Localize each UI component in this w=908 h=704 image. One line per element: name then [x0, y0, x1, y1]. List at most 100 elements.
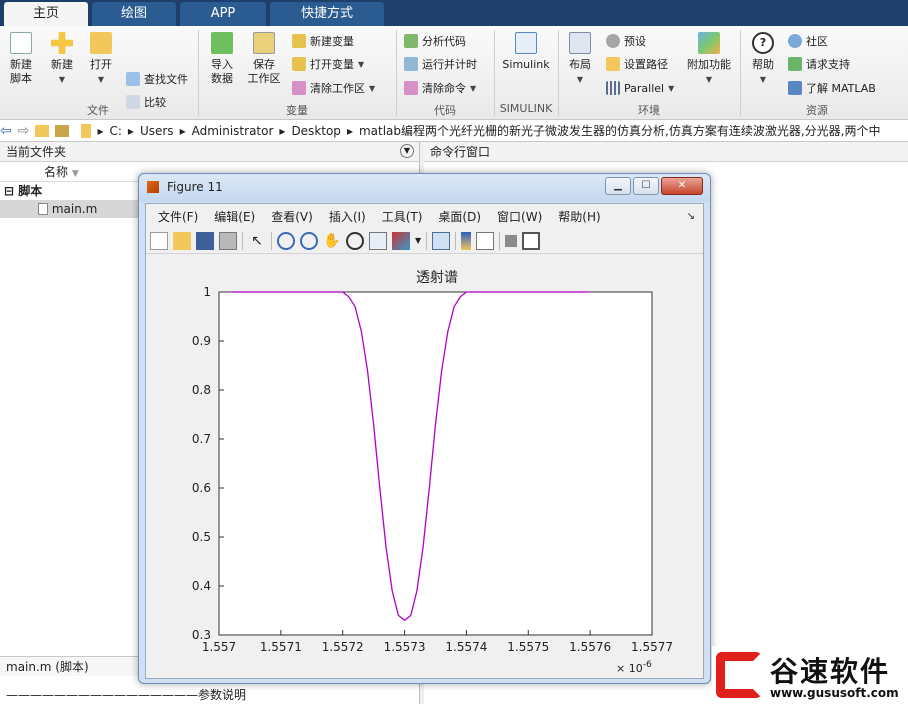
learn-matlab-button[interactable]: 了解 MATLAB — [788, 79, 876, 97]
parallel-button[interactable]: Parallel ▼ — [606, 79, 674, 97]
path-segment[interactable]: Administrator — [192, 124, 274, 138]
path-segment[interactable]: matlab编程两个光纤光栅的新光子微波发生器的仿真分析,仿真方案有连续波激光器… — [359, 122, 881, 139]
zoom-in-icon[interactable] — [277, 231, 295, 250]
import-icon — [211, 32, 233, 54]
add-ons-icon — [698, 32, 720, 54]
save-icon[interactable] — [196, 231, 214, 250]
simulink-icon — [515, 32, 537, 54]
x-tick-label: 1.5576 — [569, 640, 611, 654]
toolbar-separator — [242, 231, 243, 250]
figure-title-bar[interactable]: Figure 11 ▁ ☐ ✕ — [139, 174, 710, 202]
tab-apps[interactable]: APP — [180, 2, 266, 26]
details-text: ————————————————参数说明 — [6, 688, 247, 702]
path-segment[interactable]: Desktop — [291, 124, 341, 138]
watermark-logo: 谷速软件 www.gususoft.com — [712, 646, 908, 704]
pointer-icon[interactable]: ↖ — [248, 232, 266, 250]
data-cursor-icon[interactable] — [369, 231, 387, 250]
dropdown-arrow-icon: ▼ — [97, 75, 105, 84]
open-file-icon[interactable] — [173, 231, 191, 250]
link-plot-icon[interactable] — [432, 231, 451, 250]
axes-frame — [218, 291, 653, 636]
up-folder-icon[interactable] — [35, 124, 50, 137]
hide-plot-tools-icon[interactable] — [505, 234, 518, 247]
legend-icon[interactable] — [476, 231, 495, 250]
save-workspace-button[interactable]: 保存 工作区 — [246, 32, 282, 86]
open-variable-icon — [292, 57, 306, 71]
request-support-button[interactable]: 请求支持 — [788, 55, 850, 73]
menu-edit[interactable]: 编辑(E) — [206, 208, 263, 225]
new-button[interactable]: 新建 ▼ — [48, 32, 76, 87]
tab-plots[interactable]: 绘图 — [92, 2, 176, 26]
group-label-code: 代码 — [434, 104, 456, 117]
y-tick-label: 0.6 — [192, 481, 211, 495]
new-figure-icon[interactable] — [150, 231, 168, 250]
group-separator — [198, 30, 199, 116]
print-icon[interactable] — [219, 231, 237, 250]
run-and-time-button[interactable]: 运行并计时 — [404, 55, 477, 73]
clear-commands-button[interactable]: 清除命令 ▼ — [404, 79, 476, 97]
help-button[interactable]: ? 帮助 ▼ — [748, 32, 778, 87]
dropdown-arrow-icon: ▼ — [369, 83, 376, 93]
menu-tools[interactable]: 工具(T) — [374, 208, 431, 225]
forward-icon[interactable]: ⇨ — [18, 123, 30, 139]
dropdown-arrow-icon: ▼ — [668, 83, 675, 93]
path-separator-icon: ▸ — [179, 123, 186, 138]
dock-icon[interactable]: ↘ — [679, 211, 703, 222]
top-tab-bar: 主页 绘图 APP 快捷方式 — [0, 0, 908, 26]
matlab-icon — [147, 181, 159, 193]
open-variable-button[interactable]: 打开变量 ▼ — [292, 55, 364, 73]
path-segment[interactable]: Users — [140, 124, 174, 138]
group-separator — [396, 30, 397, 116]
new-script-button[interactable]: 新建 脚本 — [6, 32, 36, 86]
import-data-button[interactable]: 导入 数据 — [208, 32, 236, 86]
x-tick-label: 1.5575 — [507, 640, 549, 654]
community-button[interactable]: 社区 — [788, 32, 828, 50]
back-icon[interactable]: ⇦ — [0, 123, 12, 139]
colorbar-icon[interactable] — [461, 231, 472, 250]
pan-icon[interactable]: ✋ — [323, 232, 341, 250]
menu-file[interactable]: 文件(F) — [150, 208, 206, 225]
y-tick-label: 0.9 — [192, 334, 211, 348]
group-label-resources: 资源 — [806, 104, 828, 117]
preferences-button[interactable]: 预设 — [606, 32, 646, 50]
menu-window[interactable]: 窗口(W) — [489, 208, 550, 225]
tab-shortcuts[interactable]: 快捷方式 — [270, 2, 384, 26]
menu-help[interactable]: 帮助(H) — [550, 208, 608, 225]
panel-menu-icon[interactable]: ▼ — [400, 144, 414, 158]
zoom-out-icon[interactable] — [300, 231, 318, 250]
dropdown-arrow-icon[interactable]: ▼ — [415, 236, 421, 245]
menu-desktop[interactable]: 桌面(D) — [430, 208, 489, 225]
menu-view[interactable]: 查看(V) — [263, 208, 321, 225]
close-button[interactable]: ✕ — [661, 177, 703, 195]
analyze-code-button[interactable]: 分析代码 — [404, 32, 466, 50]
axes-plot[interactable]: 透射谱 1.557 1.5571 1.5572 1.5573 1.5574 1.5575 1… — [146, 254, 703, 678]
help-icon: ? — [752, 32, 774, 54]
tab-home[interactable]: 主页 — [4, 2, 88, 26]
show-plot-tools-icon[interactable] — [522, 231, 541, 250]
gear-icon — [606, 34, 620, 48]
browse-folder-icon[interactable] — [55, 124, 70, 137]
figure-client-area: 文件(F) 编辑(E) 查看(V) 插入(I) 工具(T) 桌面(D) 窗口(W… — [145, 203, 704, 679]
menu-insert[interactable]: 插入(I) — [321, 208, 374, 225]
minimize-button[interactable]: ▁ — [605, 177, 631, 195]
simulink-button[interactable]: Simulink — [502, 32, 550, 72]
toolbar-separator — [426, 231, 428, 250]
layout-icon — [569, 32, 591, 54]
folder-icon — [90, 32, 112, 54]
rotate-3d-icon[interactable] — [346, 231, 364, 250]
find-files-button[interactable]: 查找文件 — [126, 70, 188, 88]
path-separator-icon: ▸ — [346, 123, 353, 138]
open-button[interactable]: 打开 ▼ — [86, 32, 116, 87]
x-tick-label: 1.557 — [202, 640, 236, 654]
path-segment[interactable]: C: — [110, 124, 122, 138]
maximize-button[interactable]: ☐ — [633, 177, 659, 195]
add-ons-button[interactable]: 附加功能 ▼ — [686, 32, 732, 87]
group-separator — [740, 30, 741, 116]
set-path-button[interactable]: 设置路径 — [606, 55, 668, 73]
new-variable-button[interactable]: 新建变量 — [292, 32, 354, 50]
dropdown-arrow-icon: ▼ — [58, 75, 66, 84]
layout-button[interactable]: 布局 ▼ — [566, 32, 594, 87]
save-workspace-icon — [253, 32, 275, 54]
clear-workspace-button[interactable]: 清除工作区 ▼ — [292, 79, 375, 97]
brush-icon[interactable] — [392, 231, 410, 250]
